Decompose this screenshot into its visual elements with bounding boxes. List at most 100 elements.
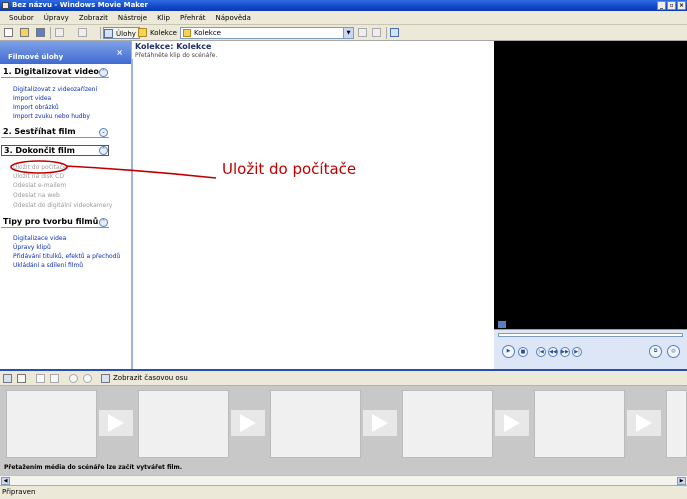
collections-button[interactable]: Kolekce [138,27,177,39]
split-clip-button[interactable]: ⧉ [649,345,662,358]
scroll-right-button[interactable]: ▶ [677,477,686,485]
storyboard-view-icon[interactable] [3,374,12,383]
link-send-email[interactable]: Odeslat e-mailem [13,182,66,189]
new-project-icon[interactable] [4,28,13,37]
storyboard-transition-slot[interactable] [495,410,529,436]
next-frame-button[interactable]: ▶| [572,347,582,357]
section-edit-movie[interactable]: 2. Sestříhat film [1,127,109,138]
zoom-out-icon[interactable] [50,374,59,383]
minimize-button[interactable]: _ [657,1,666,10]
rewind-storyboard-icon[interactable] [69,374,78,383]
collapse-icon[interactable]: ⌃ [99,146,108,155]
close-button[interactable]: × [677,1,686,10]
menu-napoveda[interactable]: Nápověda [210,14,255,22]
scroll-left-button[interactable]: ◀ [1,477,10,485]
section-title: 1. Digitalizovat video [3,67,99,76]
tasks-label: Úlohy [116,30,136,38]
storyboard-transition-slot[interactable] [363,410,397,436]
close-icon[interactable]: × [116,49,123,57]
menu-klip[interactable]: Klip [152,14,175,22]
stop-button[interactable]: ■ [518,347,528,357]
link-tip-save-share[interactable]: Ukládání a sdílení filmů [13,262,83,269]
section-title: 2. Sestříhat film [3,127,76,136]
link-import-pictures[interactable]: Import obrázků [13,104,59,111]
toolbar-separator [386,27,387,39]
play-button[interactable]: ▶ [502,345,515,358]
collapse-icon[interactable]: ⌃ [99,68,108,77]
link-save-to-cd[interactable]: Uložit na disk CD [13,173,64,180]
new-folder-icon[interactable] [372,28,381,37]
chevron-down-icon[interactable]: ▼ [343,28,353,38]
storyboard-clip-slot[interactable] [534,390,625,458]
collections-icon [138,28,147,37]
undo-icon[interactable] [55,28,64,37]
previous-frame-button[interactable]: |◀ [536,347,546,357]
timeline-icon[interactable] [101,374,110,383]
menu-zobrazit[interactable]: Zobrazit [74,14,113,22]
collection-folder-icon [183,29,191,37]
save-icon[interactable] [36,28,45,37]
storyboard-transition-slot[interactable] [627,410,661,436]
section-finish-movie[interactable]: 3. Dokončit film [1,145,109,156]
storyboard-toolbar: Zobrazit časovou osu [0,369,687,386]
preview-controls: ▶ ■ |◀ ◀◀ ▶▶ ▶| ⧉ ◎ [494,321,687,369]
play-storyboard-icon[interactable] [83,374,92,383]
zoom-in-icon[interactable] [36,374,45,383]
menu-upravy[interactable]: Úpravy [39,14,74,22]
rewind-button[interactable]: ◀◀ [548,347,558,357]
collection-combo-value: Kolekce [194,29,221,37]
window-controls: _ ▫ × [657,1,686,10]
taskpane-title: Filmové úlohy [8,53,64,61]
storyboard-hint: Přetažením média do scénáře lze začít vy… [4,464,183,471]
collection-contents[interactable] [132,59,494,369]
redo-icon[interactable] [78,28,87,37]
menu-prehrat[interactable]: Přehrát [175,14,210,22]
storyboard-clip-slot[interactable] [270,390,361,458]
open-icon[interactable] [20,28,29,37]
movie-tasks-pane: Filmové úlohy × 1. Digitalizovat video ⌃… [0,41,132,369]
storyboard-clip-slot[interactable] [402,390,493,458]
link-tip-capture[interactable]: Digitalizace videa [13,235,66,242]
link-tip-titles-effects[interactable]: Přidávání titulků, efektů a přechodů [13,253,120,260]
collection-combo[interactable]: Kolekce ▼ [180,27,354,39]
show-timeline-button[interactable]: Zobrazit časovou osu [113,374,188,382]
monitor-split-icon[interactable] [498,321,506,328]
narration-icon[interactable] [17,374,26,383]
forward-button[interactable]: ▶▶ [560,347,570,357]
collection-pane: Kolekce: Kolekce Přetáhněte klip do scén… [132,41,494,369]
menu-soubor[interactable]: Soubor [4,14,39,22]
preview-monitor: ▶ ■ |◀ ◀◀ ▶▶ ▶| ⧉ ◎ [494,41,687,369]
section-capture-video[interactable]: 1. Digitalizovat video [1,67,109,78]
storyboard-clip-slot[interactable] [138,390,229,458]
status-bar: Připraven [0,485,687,499]
window-title-bar[interactable]: Bez názvu - Windows Movie Maker _ ▫ × [0,0,687,11]
link-import-video[interactable]: Import videa [13,95,51,102]
storyboard-transition-slot[interactable] [231,410,265,436]
link-capture-from-device[interactable]: Digitalizovat z videozařízení [13,86,97,93]
collapse-icon[interactable]: ⌃ [99,218,108,227]
storyboard[interactable]: Přetažením média do scénáře lze začít vy… [0,386,687,475]
restore-button[interactable]: ▫ [667,1,676,10]
storyboard-clip-slot[interactable] [6,390,97,458]
link-send-dv-camera[interactable]: Odeslat do digitální videokamery [13,202,112,209]
menu-nastroje[interactable]: Nástroje [113,14,152,22]
window-title: Bez názvu - Windows Movie Maker [12,1,148,9]
collection-title: Kolekce: Kolekce [135,42,212,51]
movie-maker-app-icon [2,2,9,9]
folder-up-icon[interactable] [358,28,367,37]
seek-bar[interactable] [498,333,683,337]
storyboard-clip-slot[interactable] [666,390,687,458]
menu-bar: Soubor Úpravy Zobrazit Nástroje Klip Pře… [0,11,687,25]
taskpane-header: Filmové úlohy × [0,41,131,64]
storyboard-scrollbar[interactable]: ◀ ▶ [0,475,687,485]
link-tip-edit-clips[interactable]: Úpravy klipů [13,244,51,251]
storyboard-transition-slot[interactable] [99,410,133,436]
tasks-button[interactable]: Úlohy [103,27,140,39]
views-icon[interactable] [390,28,399,37]
link-save-to-computer[interactable]: Uložit do počítače [13,164,67,171]
section-movie-tips[interactable]: Tipy pro tvorbu filmů [1,217,109,228]
take-picture-button[interactable]: ◎ [667,345,680,358]
expand-icon[interactable]: ⌄ [99,128,108,137]
link-send-web[interactable]: Odeslat na web [13,192,60,199]
link-import-audio[interactable]: Import zvuku nebo hudby [13,113,90,120]
